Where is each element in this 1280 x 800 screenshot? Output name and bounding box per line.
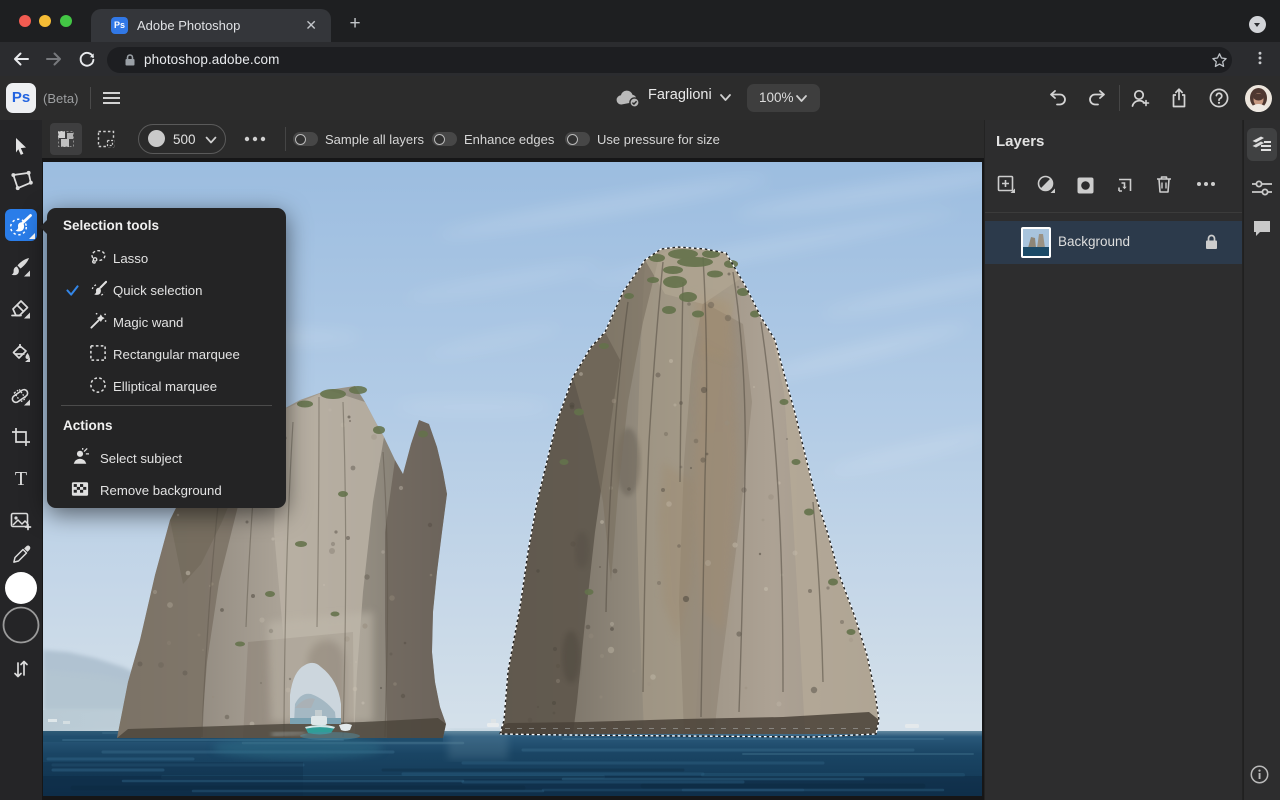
svg-text:T: T [15, 468, 27, 488]
